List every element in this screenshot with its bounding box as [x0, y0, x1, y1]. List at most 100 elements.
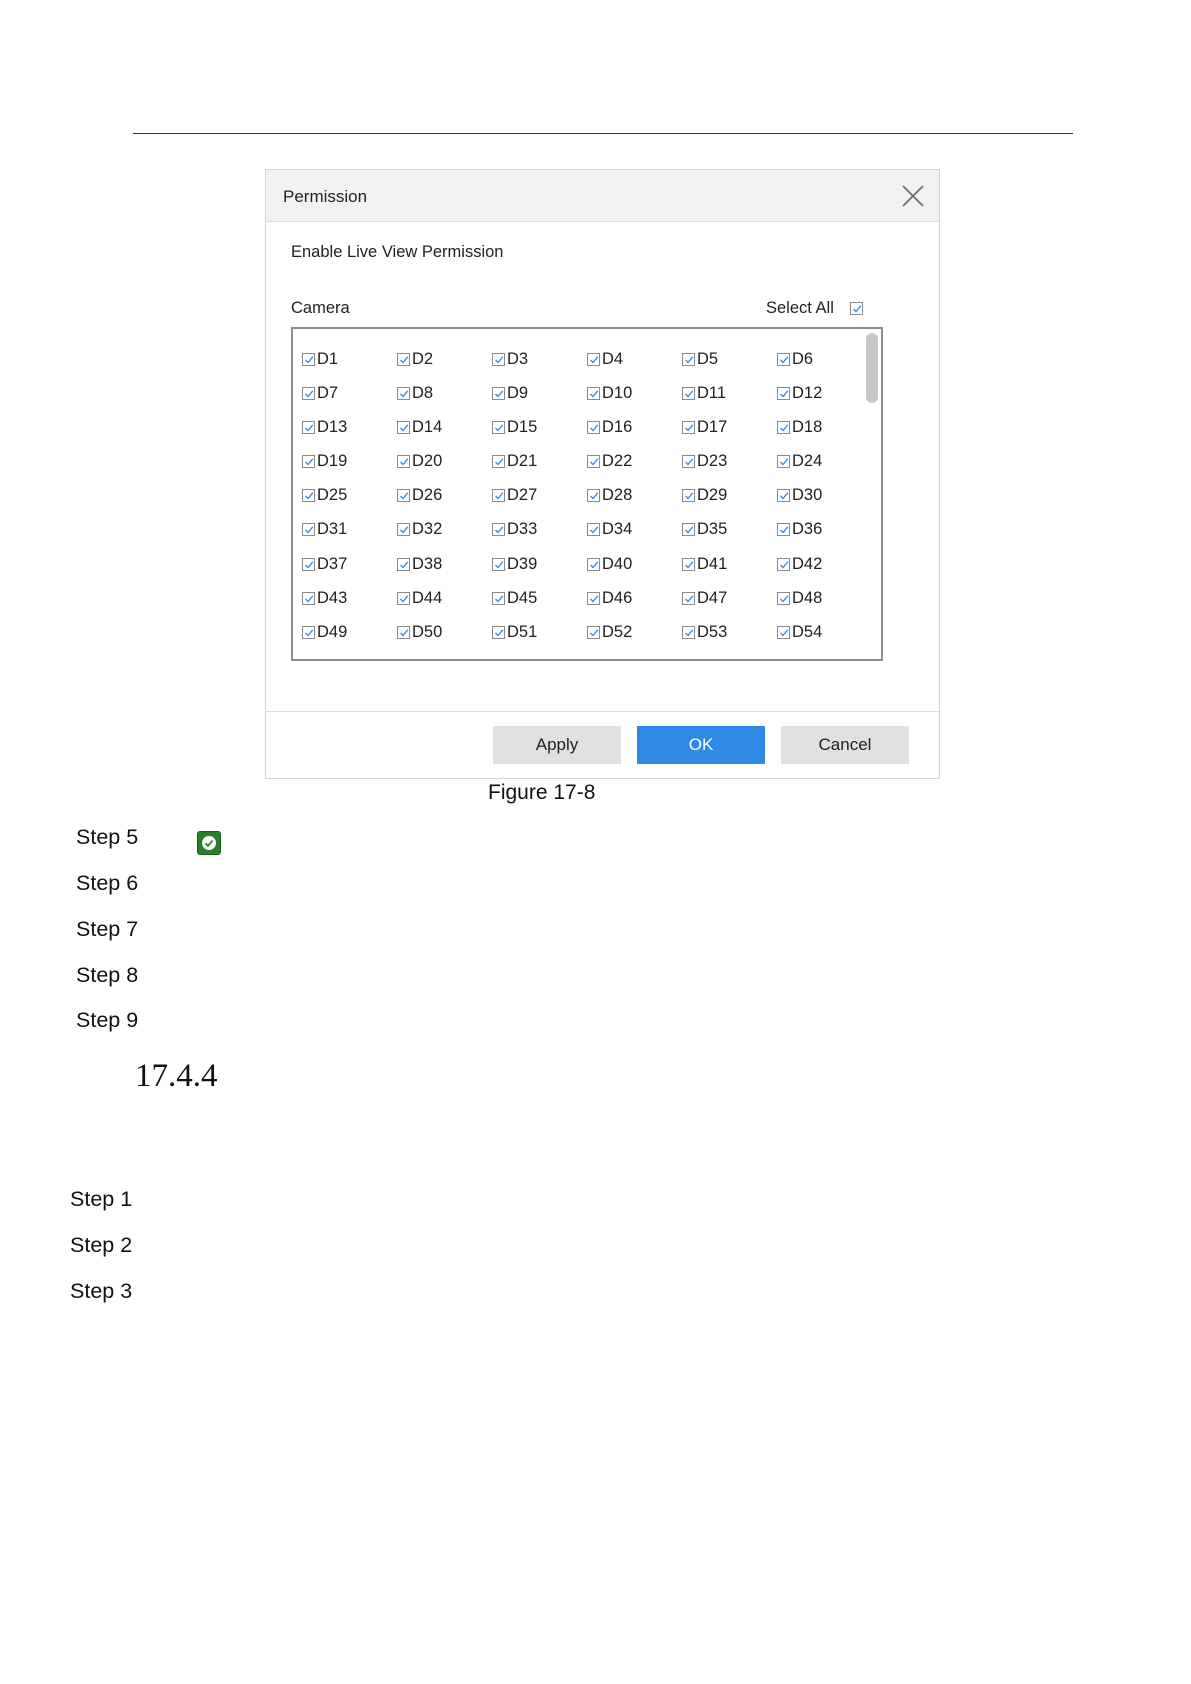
checkbox[interactable]	[777, 557, 790, 571]
checkbox[interactable]	[777, 420, 790, 434]
camera-checkbox-item[interactable]: D41	[682, 554, 777, 574]
camera-checkbox-item[interactable]: D47	[682, 588, 777, 608]
checkbox[interactable]	[587, 591, 600, 605]
camera-checkbox-item[interactable]: D23	[682, 452, 777, 472]
checkbox[interactable]	[492, 557, 505, 571]
camera-checkbox-item[interactable]: D30	[777, 486, 872, 506]
checkbox[interactable]	[682, 557, 695, 571]
select-all[interactable]: Select All	[766, 297, 863, 319]
checkbox[interactable]	[777, 352, 790, 366]
camera-checkbox-item[interactable]: D17	[682, 417, 777, 437]
camera-checkbox-item[interactable]: D18	[777, 417, 872, 437]
select-all-checkbox[interactable]	[849, 301, 863, 315]
checkbox[interactable]	[777, 489, 790, 503]
camera-checkbox-item[interactable]: D34	[587, 520, 682, 540]
camera-checkbox-item[interactable]: D54	[777, 623, 872, 643]
checkbox[interactable]	[492, 352, 505, 366]
camera-checkbox-item[interactable]: D10	[587, 383, 682, 403]
camera-checkbox-item[interactable]: D46	[587, 588, 682, 608]
checkbox[interactable]	[587, 489, 600, 503]
checkbox[interactable]	[492, 489, 505, 503]
camera-checkbox-item[interactable]: D45	[492, 588, 587, 608]
camera-checkbox-item[interactable]: D50	[397, 623, 492, 643]
checkbox[interactable]	[492, 455, 505, 469]
checkbox[interactable]	[682, 455, 695, 469]
checkbox[interactable]	[492, 386, 505, 400]
checkbox[interactable]	[587, 523, 600, 537]
checkbox[interactable]	[492, 626, 505, 639]
checkbox[interactable]	[397, 626, 410, 639]
camera-checkbox-item[interactable]: D13	[302, 417, 397, 437]
camera-checkbox-item[interactable]: D16	[587, 417, 682, 437]
camera-checkbox-item[interactable]: D11	[682, 383, 777, 403]
checkbox[interactable]	[777, 523, 790, 537]
camera-checkbox-item[interactable]: D4	[587, 349, 682, 369]
checkbox[interactable]	[492, 420, 505, 434]
camera-checkbox-item[interactable]: D38	[397, 554, 492, 574]
camera-checkbox-item[interactable]: D29	[682, 486, 777, 506]
camera-checkbox-item[interactable]: D31	[302, 520, 397, 540]
camera-checkbox-item[interactable]: D44	[397, 588, 492, 608]
camera-checkbox-item[interactable]: D43	[302, 588, 397, 608]
camera-checkbox-item[interactable]: D5	[682, 349, 777, 369]
checkbox[interactable]	[682, 420, 695, 434]
camera-checkbox-item[interactable]: D7	[302, 383, 397, 403]
scrollbar-thumb[interactable]	[866, 333, 878, 403]
checkbox[interactable]	[587, 352, 600, 366]
checkbox[interactable]	[777, 386, 790, 400]
checkbox[interactable]	[777, 591, 790, 605]
checkbox[interactable]	[397, 523, 410, 537]
camera-checkbox-item[interactable]: D1	[302, 349, 397, 369]
checkbox[interactable]	[777, 626, 790, 639]
camera-checkbox-item[interactable]: D3	[492, 349, 587, 369]
checkbox[interactable]	[682, 626, 695, 639]
checkbox[interactable]	[302, 557, 315, 571]
camera-checkbox-item[interactable]: D26	[397, 486, 492, 506]
checkbox[interactable]	[682, 489, 695, 503]
checkbox[interactable]	[682, 386, 695, 400]
checkbox[interactable]	[397, 386, 410, 400]
camera-checkbox-item[interactable]: D22	[587, 452, 682, 472]
checkbox[interactable]	[302, 386, 315, 400]
camera-checkbox-item[interactable]: D35	[682, 520, 777, 540]
camera-checkbox-item[interactable]: D14	[397, 417, 492, 437]
camera-checkbox-item[interactable]: D40	[587, 554, 682, 574]
checkbox[interactable]	[397, 420, 410, 434]
checkbox[interactable]	[587, 386, 600, 400]
checkbox[interactable]	[302, 489, 315, 503]
ok-button[interactable]: OK	[637, 726, 765, 764]
checkbox[interactable]	[777, 455, 790, 469]
camera-checkbox-item[interactable]: D36	[777, 520, 872, 540]
checkbox[interactable]	[397, 455, 410, 469]
camera-checkbox-item[interactable]: D27	[492, 486, 587, 506]
checkbox[interactable]	[302, 626, 315, 639]
checkbox[interactable]	[302, 523, 315, 537]
checkbox[interactable]	[397, 489, 410, 503]
camera-checkbox-item[interactable]: D6	[777, 349, 872, 369]
checkbox[interactable]	[682, 352, 695, 366]
cancel-button[interactable]: Cancel	[781, 726, 909, 764]
camera-checkbox-item[interactable]: D2	[397, 349, 492, 369]
camera-checkbox-item[interactable]: D39	[492, 554, 587, 574]
checkbox[interactable]	[302, 420, 315, 434]
checkbox[interactable]	[587, 420, 600, 434]
camera-checkbox-item[interactable]: D33	[492, 520, 587, 540]
camera-checkbox-item[interactable]: D52	[587, 623, 682, 643]
camera-checkbox-item[interactable]: D32	[397, 520, 492, 540]
camera-checkbox-item[interactable]: D15	[492, 417, 587, 437]
camera-checkbox-item[interactable]: D9	[492, 383, 587, 403]
camera-checkbox-item[interactable]: D19	[302, 452, 397, 472]
camera-checkbox-item[interactable]: D24	[777, 452, 872, 472]
checkbox[interactable]	[492, 523, 505, 537]
camera-checkbox-item[interactable]: D51	[492, 623, 587, 643]
apply-button[interactable]: Apply	[493, 726, 621, 764]
checkbox[interactable]	[682, 523, 695, 537]
camera-checkbox-item[interactable]: D20	[397, 452, 492, 472]
camera-checkbox-item[interactable]: D48	[777, 588, 872, 608]
camera-checkbox-item[interactable]: D8	[397, 383, 492, 403]
checkbox[interactable]	[492, 591, 505, 605]
camera-checkbox-item[interactable]: D21	[492, 452, 587, 472]
camera-checkbox-item[interactable]: D42	[777, 554, 872, 574]
checkbox[interactable]	[397, 591, 410, 605]
checkbox[interactable]	[397, 352, 410, 366]
